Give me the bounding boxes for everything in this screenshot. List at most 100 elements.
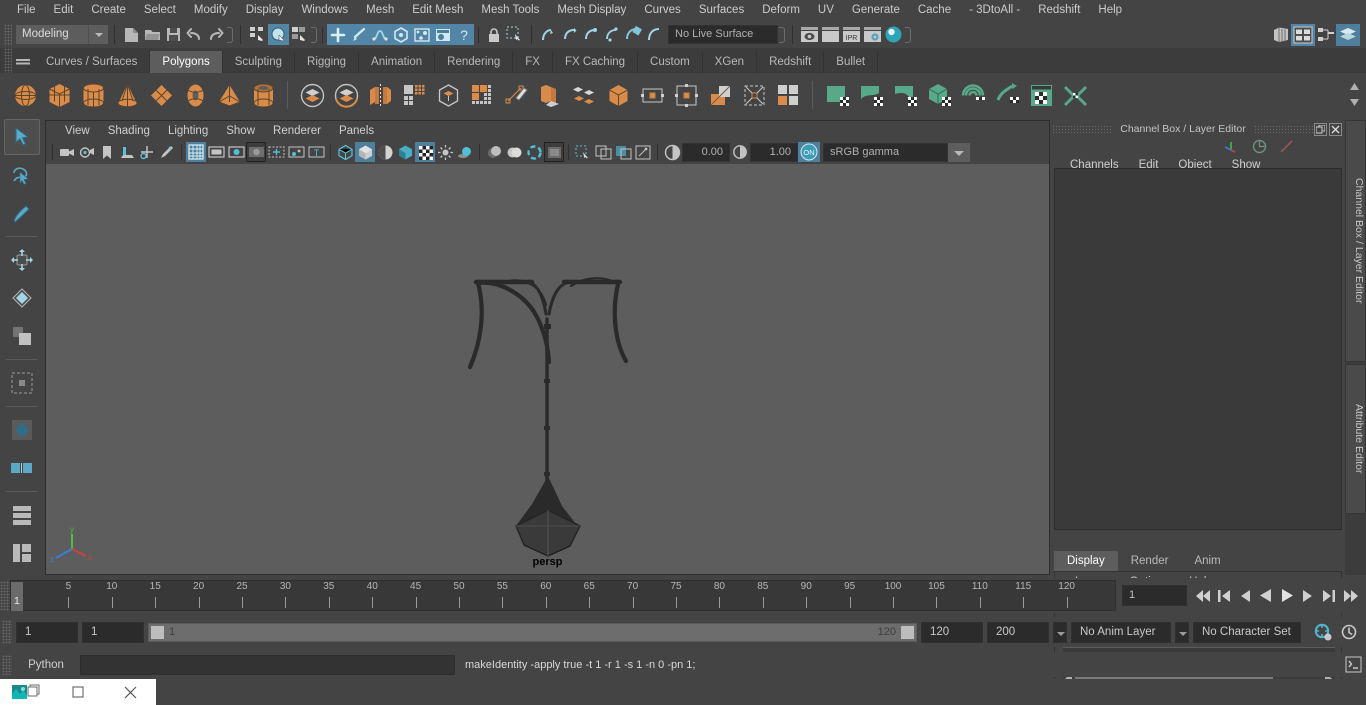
- select-camera-icon[interactable]: [57, 142, 77, 162]
- snap-view-plane-icon[interactable]: [643, 24, 664, 45]
- menu-surfaces[interactable]: Surfaces: [690, 0, 753, 21]
- grease-pencil-icon[interactable]: [157, 142, 177, 162]
- help-icon[interactable]: ?: [453, 24, 474, 45]
- motion-blur-icon[interactable]: [504, 142, 524, 162]
- textured-icon[interactable]: [395, 142, 415, 162]
- paint-select-tool[interactable]: [4, 195, 40, 231]
- character-set-field[interactable]: No Character Set: [1193, 621, 1301, 643]
- animation-start-field[interactable]: 1: [82, 621, 144, 643]
- menu-edit[interactable]: Edit: [45, 0, 83, 21]
- script-editor-icon[interactable]: [1340, 656, 1366, 673]
- poly-uv-icon[interactable]: [773, 80, 803, 110]
- channel-box-content[interactable]: [1054, 168, 1342, 530]
- panel-drag-handle-right[interactable]: [1253, 125, 1314, 133]
- poly-cube-icon[interactable]: [44, 80, 74, 110]
- lock-icon[interactable]: [483, 24, 504, 45]
- menu-mesh-display[interactable]: Mesh Display: [548, 0, 635, 21]
- menu-redshift[interactable]: Redshift: [1029, 0, 1089, 21]
- range-slider[interactable]: 1 120: [148, 622, 917, 642]
- screen-space-ao-icon[interactable]: [484, 142, 504, 162]
- shelf-menu-icon[interactable]: [12, 48, 34, 73]
- menu-mesh-tools[interactable]: Mesh Tools: [472, 0, 548, 21]
- menu-cache[interactable]: Cache: [909, 0, 960, 21]
- close-icon[interactable]: [1329, 122, 1342, 136]
- ipr-render-icon[interactable]: IPR: [841, 24, 862, 45]
- layout-preset-three-pane[interactable]: [4, 535, 40, 571]
- menu-curves[interactable]: Curves: [635, 0, 689, 21]
- shelf-tab-sculpting[interactable]: Sculpting: [222, 51, 296, 73]
- uv-snapshot-icon[interactable]: [856, 80, 886, 110]
- use-all-lights-icon[interactable]: [415, 142, 435, 162]
- save-scene-icon[interactable]: [163, 24, 184, 45]
- poly-unite-icon[interactable]: [4, 412, 40, 448]
- render-settings-icon[interactable]: [862, 24, 883, 45]
- menu-mesh[interactable]: Mesh: [357, 0, 403, 21]
- viewport-menu-panels[interactable]: Panels: [330, 125, 383, 137]
- menu-generate[interactable]: Generate: [843, 0, 909, 21]
- snap-projected-curve-icon[interactable]: [601, 24, 622, 45]
- diagonal-line-icon[interactable]: [1279, 139, 1294, 154]
- step-forward-frame-icon[interactable]: [1298, 585, 1318, 607]
- go-to-start-icon[interactable]: [1193, 585, 1213, 607]
- range-handle-right[interactable]: [901, 625, 914, 639]
- auto-keyframe-icon[interactable]: [1340, 623, 1358, 641]
- menu-modify[interactable]: Modify: [185, 0, 237, 21]
- animation-end-field[interactable]: 120: [921, 621, 983, 643]
- shelf-tab-rendering[interactable]: Rendering: [435, 51, 514, 73]
- uv-cut-sew-icon[interactable]: [1060, 80, 1090, 110]
- menu-deform[interactable]: Deform: [753, 0, 809, 21]
- range-end-field[interactable]: 200: [987, 621, 1049, 643]
- film-gate-icon[interactable]: [206, 142, 226, 162]
- current-frame-field[interactable]: 1: [1122, 585, 1187, 606]
- attribute-editor-icon[interactable]: [1315, 24, 1336, 45]
- axis-gizmo-icon[interactable]: [1223, 139, 1240, 153]
- connect-icon[interactable]: [671, 80, 701, 110]
- step-back-frame-icon[interactable]: [1235, 585, 1255, 607]
- panel-drag-handle-left[interactable]: [1052, 125, 1113, 133]
- snap-curve-point-icon[interactable]: [580, 24, 601, 45]
- shelf-grip[interactable]: [4, 48, 12, 73]
- shelf-tab-redshift[interactable]: Redshift: [757, 51, 825, 73]
- uv-unfold-icon[interactable]: [992, 80, 1022, 110]
- scroll-down-icon[interactable]: [1349, 97, 1359, 109]
- shelf-tab-animation[interactable]: Animation: [359, 51, 436, 73]
- layer-editor-tab-render[interactable]: Render: [1117, 551, 1182, 571]
- play-forwards-icon[interactable]: [1277, 585, 1297, 607]
- snap-to-grid-icon[interactable]: [327, 24, 348, 45]
- select-tool-icon[interactable]: [504, 24, 525, 45]
- menu-display[interactable]: Display: [237, 0, 293, 21]
- channel-box-icon[interactable]: [1336, 23, 1360, 46]
- exposure-icon[interactable]: [662, 142, 682, 162]
- snap-to-projected-center-icon[interactable]: [390, 24, 411, 45]
- menu-3dtoall[interactable]: - 3DtoAll -: [960, 0, 1029, 21]
- wireframe-icon[interactable]: [335, 142, 355, 162]
- multi-cut-icon[interactable]: [501, 80, 531, 110]
- undo-icon[interactable]: [184, 24, 205, 45]
- layer-editor-tab-anim[interactable]: Anim: [1181, 551, 1234, 571]
- viewport-menu-shading[interactable]: Shading: [99, 125, 159, 137]
- bookmark-icon[interactable]: [97, 142, 117, 162]
- time-slider[interactable]: 1 5 10 15 20 25 30 35 40 45 50 55 60 65 70 75 80 85 90 95 1…: [10, 580, 1116, 611]
- live-surface-field[interactable]: No Live Surface: [668, 25, 778, 44]
- depth-of-field-icon[interactable]: [544, 142, 564, 162]
- extrude-icon[interactable]: [467, 80, 497, 110]
- grid-toggle-icon[interactable]: [186, 142, 206, 162]
- two-d-pan-zoom-icon[interactable]: [137, 142, 157, 162]
- snap-to-view-plane-icon[interactable]: [411, 24, 432, 45]
- snap-to-curve-icon[interactable]: [348, 24, 369, 45]
- last-tool[interactable]: [4, 365, 40, 401]
- uv-set-editor-icon[interactable]: [1026, 80, 1056, 110]
- poly-cone-icon[interactable]: [112, 80, 142, 110]
- gamma-icon[interactable]: [730, 142, 750, 162]
- command-input[interactable]: [80, 654, 455, 675]
- menu-help[interactable]: Help: [1089, 0, 1131, 21]
- append-icon[interactable]: [603, 80, 633, 110]
- xray-joints-icon[interactable]: [613, 142, 633, 162]
- combine-icon[interactable]: [297, 80, 327, 110]
- film-origin-icon[interactable]: [266, 142, 286, 162]
- menu-edit-mesh[interactable]: Edit Mesh: [403, 0, 472, 21]
- sculpt-cube-icon[interactable]: [433, 80, 463, 110]
- snap-magnet-grid-icon[interactable]: [538, 24, 559, 45]
- time-slider-grip[interactable]: [0, 580, 10, 611]
- gate-mask-icon[interactable]: [246, 142, 266, 162]
